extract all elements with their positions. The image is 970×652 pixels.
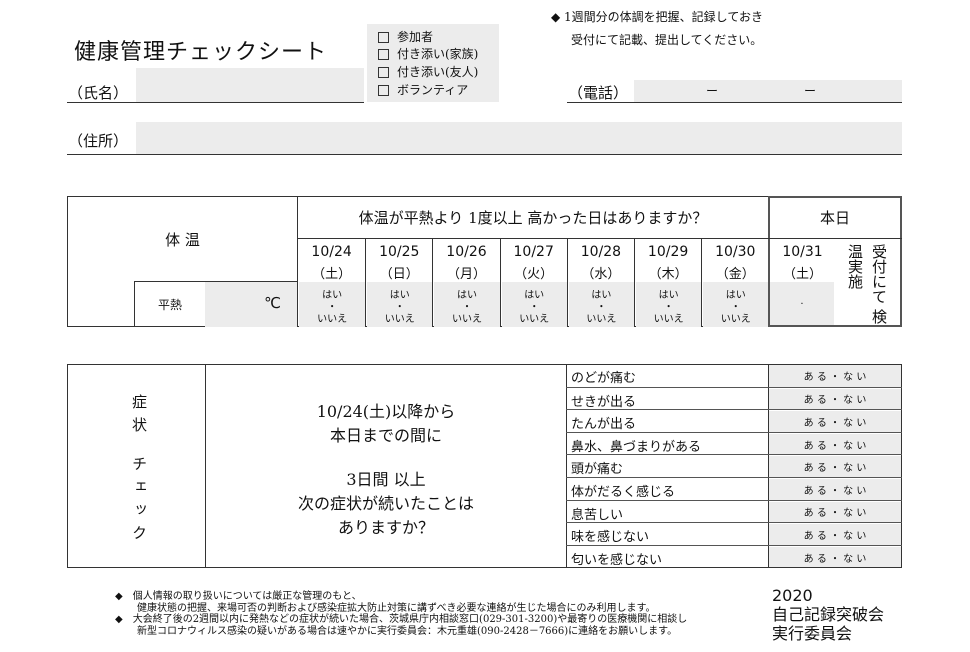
check-note: 受付にて 検温実施: [846, 244, 888, 324]
symptom-answer[interactable]: あ る ・ な い: [769, 546, 901, 568]
symptom-question: 10/24(土)以降から 本日までの間に 3日間 以上 次の症状が続いたことは …: [297, 402, 474, 537]
checkbox-icon[interactable]: [378, 67, 389, 78]
day-weekday: （月）: [446, 267, 486, 282]
symptom-row: 匂いを感じない あ る ・ な い: [566, 544, 902, 568]
day-date: 10/25: [379, 244, 420, 260]
symptom-name: 匂いを感じない: [571, 552, 663, 568]
symptom-row: 鼻水、鼻づまりがある あ る ・ な い: [566, 431, 902, 455]
day-answer[interactable]: はい・いいえ: [568, 282, 634, 327]
day-answer[interactable]: はい・いいえ: [703, 282, 769, 327]
day-column: 10/28 （水） はい・いいえ: [566, 238, 634, 327]
page-title: 健康管理チェックシート: [74, 40, 328, 65]
normal-temp-label: 平熱: [157, 298, 182, 312]
symptom-row: 頭が痛む あ る ・ な い: [566, 454, 902, 477]
symptom-row: せきが出る あ る ・ な い: [566, 386, 902, 410]
today-label: 本日: [819, 208, 850, 227]
footer-notes: ◆ 個人情報の取り扱いについては厳正な管理のもと、 健康状態の把握、来場可否の判…: [115, 591, 687, 637]
contact-note: ◆ 大会終了後の2週間以内に発熱などの症状が続いた場合、茨城県庁内相談窓口(02…: [115, 614, 688, 625]
phone-separator: ー: [706, 84, 719, 98]
day-answer[interactable]: はい・いいえ: [636, 282, 702, 327]
checkbox-icon[interactable]: [378, 49, 389, 60]
symptom-answer[interactable]: あ る ・ な い: [769, 388, 901, 410]
phone-field[interactable]: ー ー: [634, 80, 902, 102]
day-column: 10/25 （日） はい・いいえ: [365, 238, 433, 327]
symptom-answer[interactable]: あ る ・ な い: [769, 479, 901, 500]
organizer-committee: 実行委員会: [772, 624, 853, 643]
day-weekday: （金）: [715, 267, 755, 282]
address-field[interactable]: [136, 122, 902, 154]
symptom-name: のどが痛む: [571, 371, 637, 386]
participant-option[interactable]: 付き添い(友人): [378, 63, 478, 80]
day-column: 10/24 （土） はい・いいえ: [298, 238, 366, 327]
day-date: 10/30: [715, 244, 756, 260]
participant-option[interactable]: 付き添い(家族): [378, 45, 478, 62]
day-weekday: （土）: [312, 267, 352, 282]
day-answer[interactable]: はい・いいえ: [367, 282, 433, 327]
temperature-section-label: 体 温: [165, 230, 200, 249]
day-date: 10/26: [446, 244, 487, 260]
name-field[interactable]: [136, 68, 364, 102]
symptom-answer[interactable]: あ る ・ な い: [769, 365, 901, 387]
checkbox-icon[interactable]: [378, 85, 389, 96]
today-date: 10/31: [782, 244, 823, 260]
name-label: （氏名）: [68, 84, 129, 102]
today-weekday: （土）: [782, 267, 822, 282]
day-column: 10/29 （木） はい・いいえ: [634, 238, 702, 327]
day-answer[interactable]: はい・いいえ: [434, 282, 500, 327]
day-weekday: （水）: [581, 267, 621, 282]
symptom-row: のどが痛む あ る ・ な い: [566, 364, 902, 387]
address-label: （住所）: [68, 132, 129, 150]
symptom-name: 息苦しい: [571, 507, 624, 523]
phone-label: （電話）: [568, 84, 629, 102]
organizer-year: 2020: [772, 586, 813, 605]
privacy-note: ◆ 個人情報の取り扱いについては厳正な管理のもと、: [115, 591, 362, 602]
symptom-section-label: 症状 チェック: [130, 394, 148, 548]
today-answer[interactable]: .: [770, 282, 834, 325]
instruction-line-1: ◆ 1週間分の体調を把握、記録しておき: [551, 10, 763, 24]
day-date: 10/29: [647, 244, 689, 260]
day-date: 10/27: [513, 244, 554, 260]
organizer-name: 自己記録突破会: [772, 605, 885, 624]
symptom-name: 味を感じない: [571, 530, 650, 546]
day-answer[interactable]: はい・いいえ: [299, 282, 366, 327]
participant-option[interactable]: 参加者: [378, 28, 433, 45]
participant-option[interactable]: ボランティア: [378, 81, 468, 98]
day-answer[interactable]: はい・いいえ: [501, 282, 567, 327]
symptom-row: 味を感じない あ る ・ な い: [566, 522, 902, 545]
symptom-row: 息苦しい あ る ・ な い: [566, 499, 902, 523]
symptom-name: 頭が痛む: [571, 462, 624, 478]
symptom-name: たんが出る: [571, 417, 637, 433]
celsius-unit: ℃: [264, 294, 281, 312]
symptom-row: たんが出る あ る ・ な い: [566, 409, 902, 432]
organizer-block: 2020 自己記録突破会 実行委員会: [772, 586, 884, 643]
symptom-answer[interactable]: あ る ・ な い: [769, 411, 901, 432]
instruction-line-2: 受付にて記載、提出してください。: [571, 33, 763, 47]
day-weekday: （日）: [379, 267, 419, 282]
phone-separator: ー: [804, 84, 817, 98]
normal-temp-field[interactable]: ℃: [205, 282, 297, 327]
symptom-name: 鼻水、鼻づまりがある: [571, 439, 702, 455]
day-column: 10/27 （火） はい・いいえ: [499, 238, 567, 327]
day-date: 10/28: [580, 244, 622, 260]
contact-note-detail: 新型コロナウィルス感染の疑いがある場合は速やかに実行委員会：木元重雄(090-2…: [137, 625, 678, 637]
participant-type-box: 参加者 付き添い(家族) 付き添い(友人) ボランティア: [367, 24, 499, 102]
symptom-row: 体がだるく感じる あ る ・ な い: [566, 477, 902, 500]
temperature-question: 体温が平熱より 1度以上 高かった日はありますか？: [358, 208, 708, 227]
day-column: 10/30 （金） はい・いいえ: [701, 238, 769, 327]
symptom-answer[interactable]: あ る ・ な い: [769, 501, 901, 523]
symptom-answer[interactable]: あ る ・ な い: [769, 433, 901, 455]
symptom-name: 体がだるく感じる: [571, 485, 676, 500]
symptom-name: せきが出る: [571, 394, 637, 410]
day-date: 10/24: [311, 244, 352, 260]
checkbox-icon[interactable]: [378, 32, 389, 43]
day-weekday: （火）: [514, 267, 554, 282]
symptom-answer[interactable]: あ る ・ な い: [769, 456, 901, 477]
day-column: 10/26 （月） はい・いいえ: [432, 238, 500, 327]
privacy-note-detail: 健康状態の把握、来場可否の判断および感染症拡大防止対策に講ずべき必要な連絡が生じ…: [137, 602, 656, 614]
symptom-answer[interactable]: あ る ・ な い: [769, 524, 901, 545]
day-weekday: （木）: [648, 267, 688, 282]
